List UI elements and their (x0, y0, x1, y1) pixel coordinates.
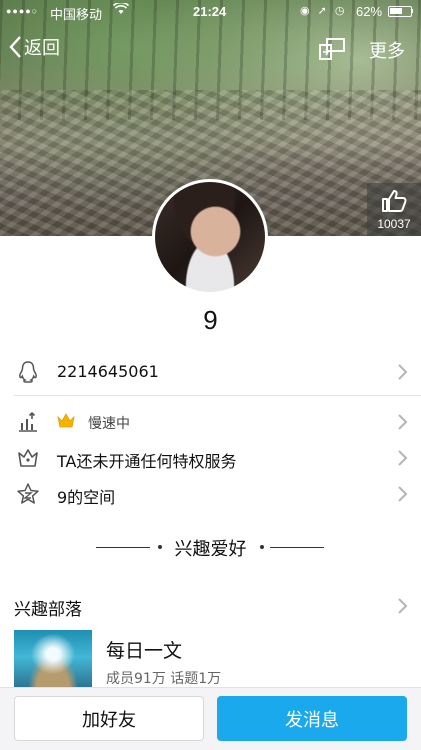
tribe-header[interactable]: 兴趣部落 (0, 593, 421, 620)
tribe-header-label: 兴趣部落 (14, 600, 82, 620)
wifi-icon (112, 1, 130, 18)
qq-number: 2214645061 (57, 362, 159, 381)
alarm-icon: ◷ (334, 5, 353, 17)
like-count: 10037 (377, 217, 411, 231)
privilege-row[interactable]: TA还未开通任何特权服务 (0, 444, 421, 472)
bottom-action-bar: 加好友 发消息 (0, 687, 421, 750)
tribe-thumbnail (14, 630, 92, 690)
system-icons: ◉➚◷ (300, 4, 352, 17)
level-row[interactable]: 慢速中 (0, 408, 421, 436)
penguin-icon (19, 361, 37, 383)
level-chart-icon (19, 411, 37, 432)
status-bar: ●●●●○ 中国移动 21:24 ◉➚◷ 62% (0, 0, 421, 22)
privilege-text: TA还未开通任何特权服务 (57, 452, 237, 471)
carrier-name: 中国移动 (50, 7, 103, 22)
title-line-right (270, 547, 324, 548)
nickname: 9 (203, 305, 218, 335)
thumbs-up-icon (382, 190, 407, 212)
interests-section-title: 兴趣爱好 (0, 535, 421, 560)
share-icon[interactable] (318, 38, 346, 60)
vip-crown-icon (18, 449, 38, 467)
chevron-right-icon (398, 450, 408, 466)
more-button[interactable]: 更多 (369, 37, 405, 63)
tribe-meta: 成员91万 话题1万 (106, 671, 222, 687)
send-message-button[interactable]: 发消息 (217, 696, 407, 741)
divider (14, 395, 421, 396)
star-icon (17, 483, 39, 504)
battery-icon (388, 6, 413, 17)
tribe-card[interactable]: 每日一文 成员91万 话题1万 (14, 630, 407, 690)
add-friend-button[interactable]: 加好友 (14, 696, 204, 741)
space-text: 9的空间 (57, 488, 116, 507)
title-dot-right (260, 545, 264, 549)
avatar[interactable] (152, 179, 268, 295)
chevron-right-icon (398, 364, 408, 380)
rotation-lock-icon: ◉ (300, 5, 318, 17)
chevron-left-icon (9, 36, 21, 58)
interests-title: 兴趣爱好 (174, 539, 247, 560)
top-nav: 返回 更多 (0, 30, 421, 66)
back-button[interactable]: 返回 (8, 34, 60, 60)
crown-icon (57, 413, 75, 428)
level-status: 慢速中 (88, 416, 130, 432)
like-button[interactable]: 10037 (367, 183, 421, 236)
chevron-right-icon (398, 486, 408, 502)
back-label: 返回 (24, 38, 60, 59)
status-time: 21:24 (193, 4, 227, 19)
battery-percent: 62% (356, 4, 383, 19)
chevron-right-icon (398, 414, 408, 430)
battery-level (390, 8, 402, 14)
tribe-name: 每日一文 (106, 640, 183, 662)
space-row[interactable]: 9的空间 (0, 480, 421, 508)
qq-number-row[interactable]: 2214645061 (0, 358, 421, 386)
chevron-right-icon (398, 598, 408, 614)
location-icon: ➚ (317, 5, 335, 17)
signal-strength: ●●●●○ (6, 6, 39, 16)
